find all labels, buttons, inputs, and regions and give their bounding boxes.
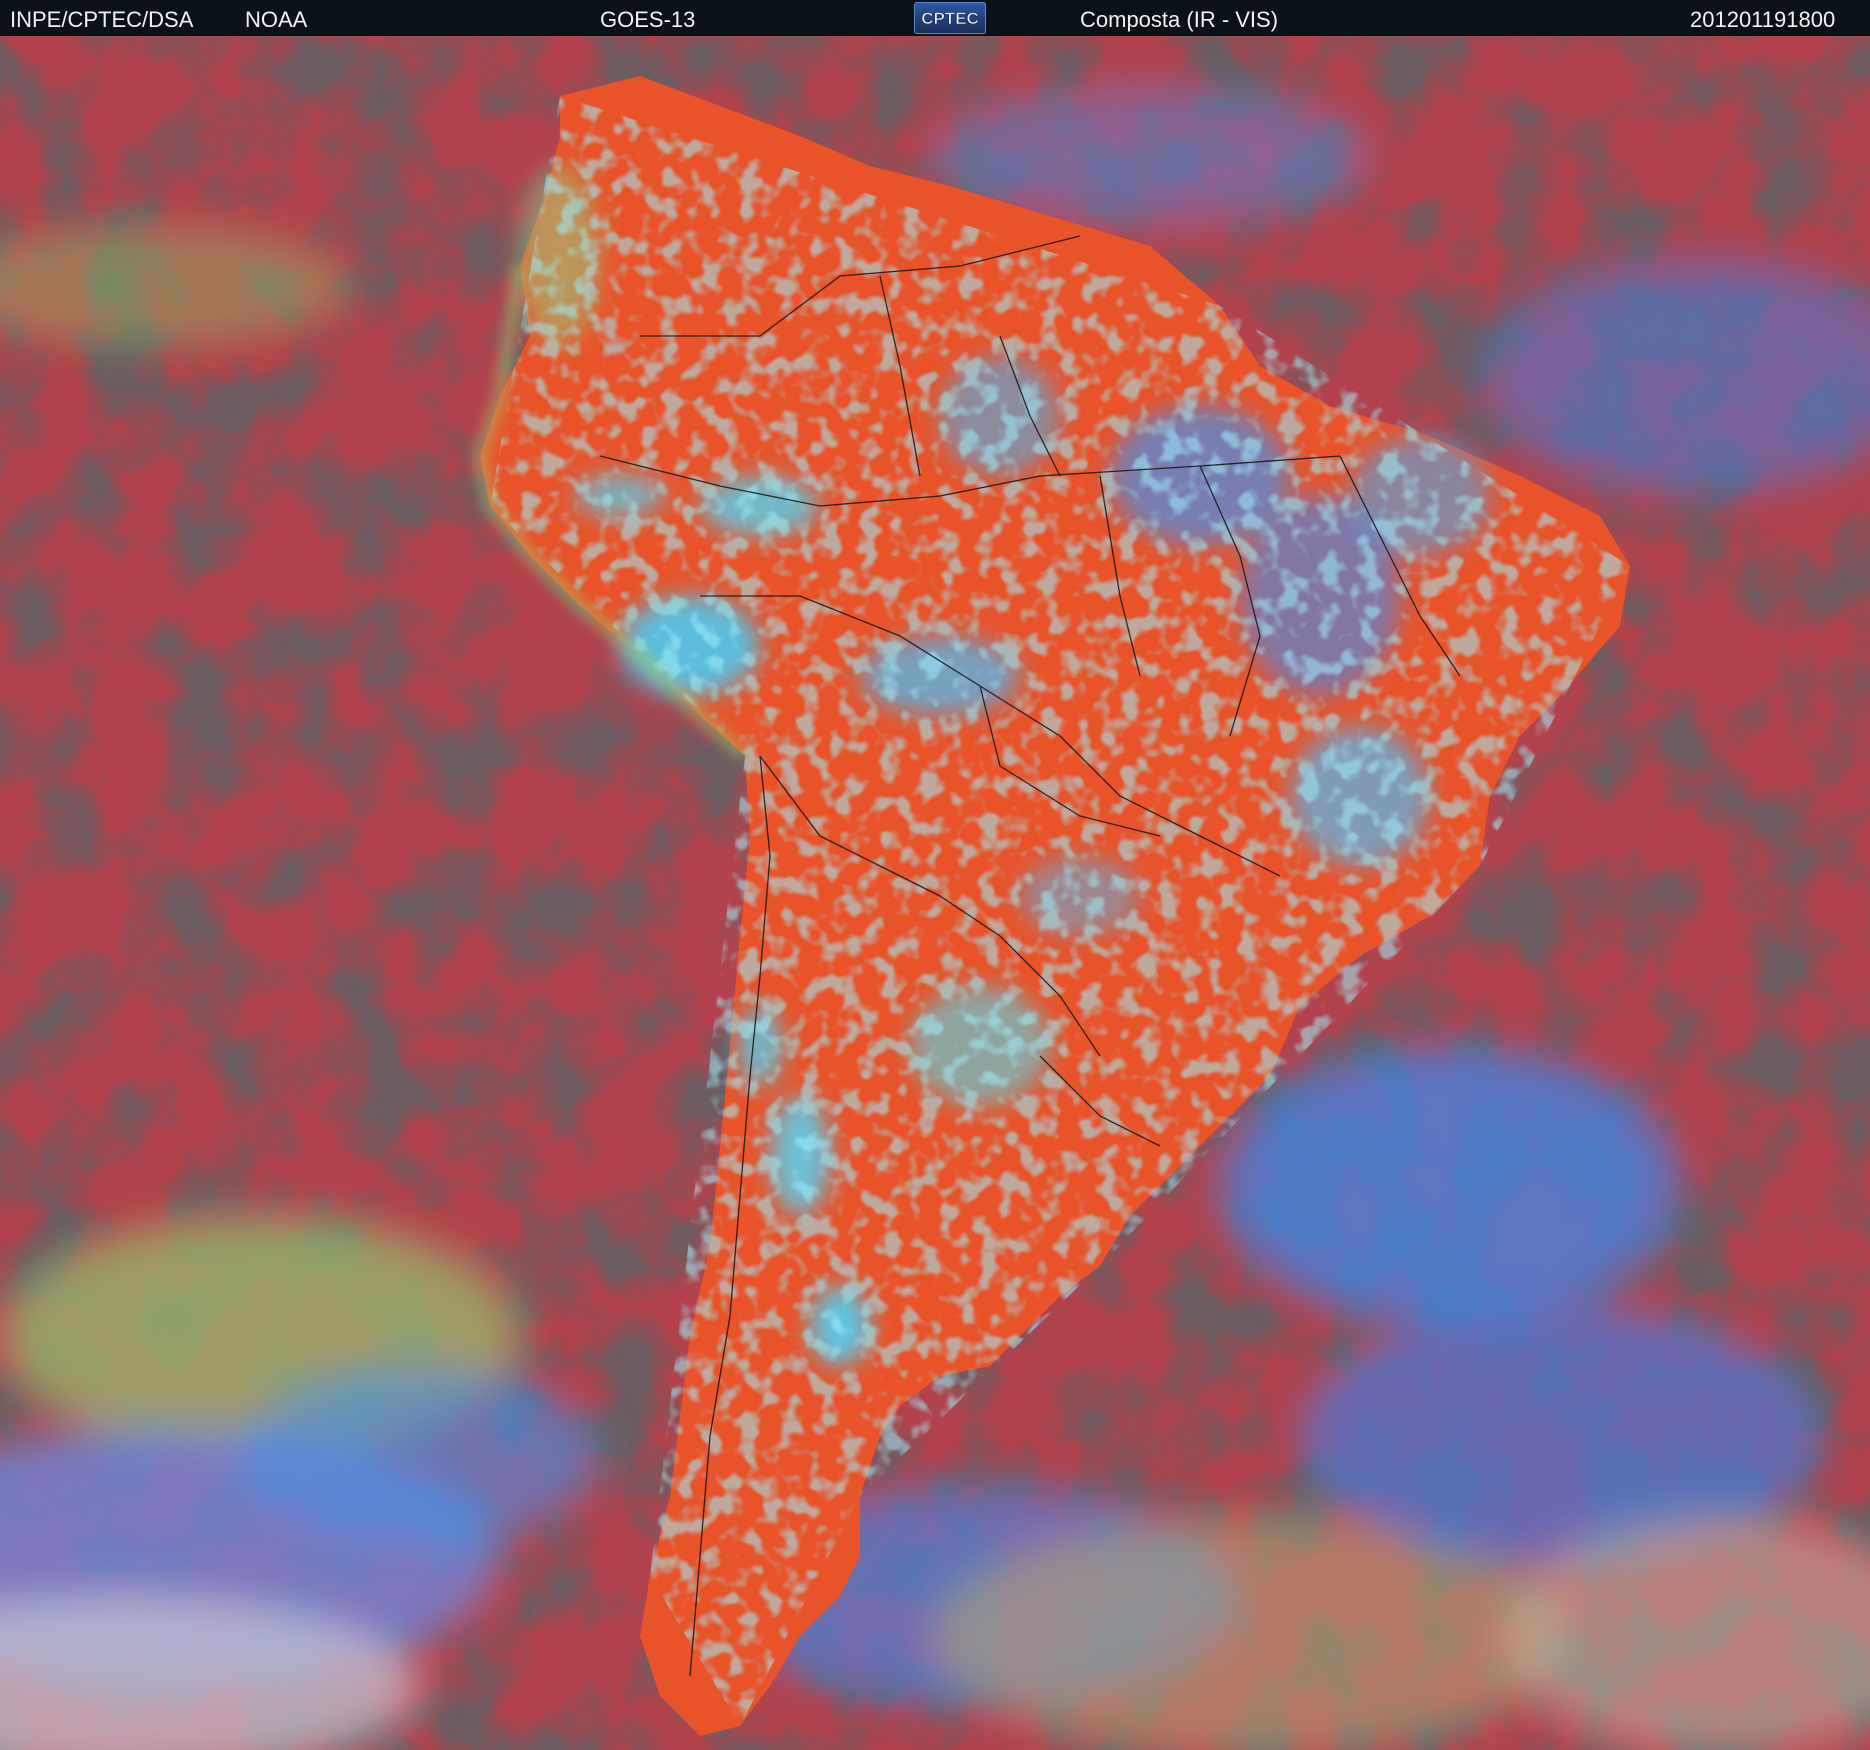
image-header-bar: INPE/CPTEC/DSA NOAA GOES-13 CPTEC Compos… — [0, 0, 1870, 36]
cptec-logo: CPTEC — [914, 2, 986, 34]
org-label: INPE/CPTEC/DSA — [10, 7, 194, 32]
satellite-image — [0, 36, 1870, 1750]
timestamp-label: 201201191800 — [1690, 7, 1836, 32]
product-label: Composta (IR - VIS) — [1080, 7, 1279, 32]
satellite-label: GOES-13 — [600, 7, 696, 32]
logo-text: CPTEC — [921, 9, 979, 28]
agency-label: NOAA — [245, 7, 308, 32]
